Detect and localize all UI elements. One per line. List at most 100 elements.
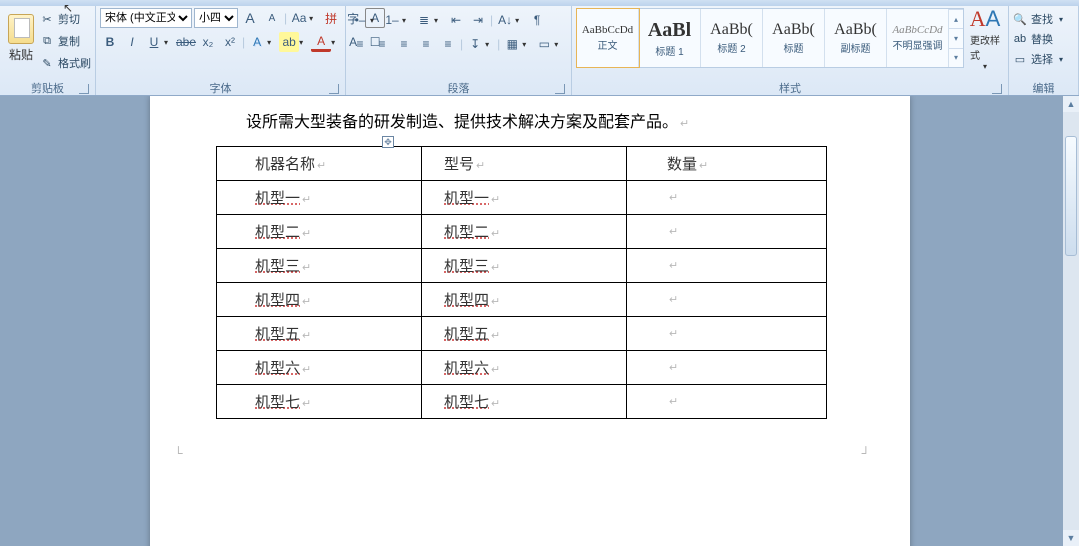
font-color-button[interactable]: A	[311, 32, 331, 52]
underline-button[interactable]: U	[144, 32, 164, 52]
table-row[interactable]: 机型二↵机型二↵↵	[217, 214, 827, 248]
copy-icon: ⧉	[40, 35, 54, 48]
table-cell[interactable]: 机型一↵	[217, 180, 422, 214]
table-cell[interactable]: 机型二↵	[422, 214, 627, 248]
table-cell[interactable]: ↵	[627, 248, 827, 282]
table-cell[interactable]: 数量↵	[627, 146, 827, 180]
phonetic-guide-button[interactable]: 拼	[321, 8, 341, 28]
select-button[interactable]: ▭选择▾	[1013, 50, 1069, 68]
font-size-select[interactable]: 小四	[194, 8, 238, 28]
styles-launcher[interactable]	[992, 84, 1002, 94]
style-name: 标题	[784, 40, 804, 55]
table-cell[interactable]: 机型四↵	[217, 282, 422, 316]
copy-button[interactable]: ⧉复制	[40, 32, 91, 50]
sort-button[interactable]: A↓	[495, 10, 515, 30]
style-sample: AaBbCcDd	[582, 24, 633, 36]
document-table[interactable]: 机器名称↵型号↵数量↵机型一↵机型一↵↵机型二↵机型二↵↵机型三↵机型三↵↵机型…	[216, 146, 827, 419]
show-marks-button[interactable]: ¶	[527, 10, 547, 30]
decrease-indent-button[interactable]: ⇤	[446, 10, 466, 30]
bold-button[interactable]: B	[100, 32, 120, 52]
table-row[interactable]: 机型五↵机型五↵↵	[217, 316, 827, 350]
table-cell[interactable]: ↵	[627, 384, 827, 418]
table-cell[interactable]: 机型七↵	[217, 384, 422, 418]
table-cell[interactable]: ↵	[627, 316, 827, 350]
increase-indent-button[interactable]: ⇥	[468, 10, 488, 30]
table-row[interactable]: 机型七↵机型七↵↵	[217, 384, 827, 418]
subscript-button[interactable]: x₂	[198, 32, 218, 52]
cut-button[interactable]: ✂剪切	[40, 10, 91, 28]
table-row[interactable]: 机器名称↵型号↵数量↵	[217, 146, 827, 180]
style-item-4[interactable]: AaBb(副标题	[825, 9, 887, 67]
table-cell[interactable]: ↵	[627, 282, 827, 316]
find-button[interactable]: 🔍查找▾	[1013, 10, 1069, 28]
italic-button[interactable]: I	[122, 32, 142, 52]
grow-font-button[interactable]: A	[240, 8, 260, 28]
clipboard-launcher[interactable]	[79, 84, 89, 94]
style-item-2[interactable]: AaBb(标题 2	[701, 9, 763, 67]
style-gallery-scroll[interactable]: ▴▾▾	[949, 9, 963, 67]
scroll-thumb[interactable]	[1065, 136, 1077, 256]
table-row[interactable]: 机型六↵机型六↵↵	[217, 350, 827, 384]
justify-button[interactable]: ≡	[416, 34, 436, 54]
highlight-button[interactable]: ab	[279, 32, 299, 52]
table-cell[interactable]: ↵	[627, 214, 827, 248]
borders-button[interactable]: ▭	[534, 34, 554, 54]
table-move-handle[interactable]: ✥	[382, 136, 394, 148]
table-cell[interactable]: 机型三↵	[217, 248, 422, 282]
change-case-button[interactable]: Aa	[289, 8, 309, 28]
paste-icon	[8, 14, 34, 44]
style-item-1[interactable]: AaBl标题 1	[639, 9, 701, 67]
shrink-font-button[interactable]: A	[262, 8, 282, 28]
table-cell[interactable]: 机型六↵	[217, 350, 422, 384]
workspace: 设所需大型装备的研发制造、提供技术解决方案及配套产品。↵ ✥ 机器名称↵型号↵数…	[0, 96, 1079, 546]
table-cell[interactable]: 机型一↵	[422, 180, 627, 214]
strikethrough-button[interactable]: abe	[176, 32, 196, 52]
style-name: 标题 2	[717, 40, 745, 55]
document-paragraph[interactable]: 设所需大型装备的研发制造、提供技术解决方案及配套产品。↵	[246, 110, 850, 136]
font-name-select[interactable]: 宋体 (中文正文)	[100, 8, 192, 28]
replace-button[interactable]: ab替换	[1013, 30, 1053, 48]
scroll-up-button[interactable]: ▲	[1063, 96, 1079, 112]
numbering-button[interactable]: 1–	[382, 10, 402, 30]
style-sample: AaBb(	[710, 21, 753, 39]
align-center-button[interactable]: ≡	[372, 34, 392, 54]
multilevel-button[interactable]: ≣	[414, 10, 434, 30]
scroll-down-button[interactable]: ▼	[1063, 530, 1079, 546]
paste-button[interactable]: 粘贴	[4, 8, 38, 68]
table-row[interactable]: 机型三↵机型三↵↵	[217, 248, 827, 282]
table-row[interactable]: 机型四↵机型四↵↵	[217, 282, 827, 316]
table-cell[interactable]: 机型四↵	[422, 282, 627, 316]
superscript-button[interactable]: x²	[220, 32, 240, 52]
paragraph-launcher[interactable]	[555, 84, 565, 94]
table-cell[interactable]: ↵	[627, 350, 827, 384]
table-row[interactable]: 机型一↵机型一↵↵	[217, 180, 827, 214]
style-gallery[interactable]: AaBbCcDd正文AaBl标题 1AaBb(标题 2AaBb(标题AaBb(副…	[576, 8, 964, 68]
align-right-button[interactable]: ≡	[394, 34, 414, 54]
table-cell[interactable]: 型号↵	[422, 146, 627, 180]
change-styles-button[interactable]: AA 更改样式 ▾	[966, 8, 1004, 68]
style-item-3[interactable]: AaBb(标题	[763, 9, 825, 67]
document-page[interactable]: 设所需大型装备的研发制造、提供技术解决方案及配套产品。↵ ✥ 机器名称↵型号↵数…	[150, 96, 910, 546]
table-cell[interactable]: 机型三↵	[422, 248, 627, 282]
bullets-button[interactable]: •–	[350, 10, 370, 30]
style-item-5[interactable]: AaBbCcDd不明显强调	[887, 9, 949, 67]
format-painter-button[interactable]: ✎格式刷	[40, 54, 91, 72]
table-cell[interactable]: ↵	[627, 180, 827, 214]
shading-button[interactable]: ▦	[502, 34, 522, 54]
style-name: 不明显强调	[893, 37, 943, 52]
distributed-button[interactable]: ≡	[438, 34, 458, 54]
font-launcher[interactable]	[329, 84, 339, 94]
align-left-button[interactable]: ≡	[350, 34, 370, 54]
brush-icon: ✎	[40, 57, 54, 70]
style-item-0[interactable]: AaBbCcDd正文	[577, 9, 639, 67]
table-cell[interactable]: 机型七↵	[422, 384, 627, 418]
text-effects-button[interactable]: A	[247, 32, 267, 52]
table-cell[interactable]: 机型六↵	[422, 350, 627, 384]
style-name: 正文	[598, 37, 618, 52]
table-cell[interactable]: 机型二↵	[217, 214, 422, 248]
table-cell[interactable]: 机器名称↵	[217, 146, 422, 180]
table-cell[interactable]: 机型五↵	[422, 316, 627, 350]
line-spacing-button[interactable]: ↧	[465, 34, 485, 54]
table-cell[interactable]: 机型五↵	[217, 316, 422, 350]
vertical-scrollbar[interactable]: ▲ ▼	[1063, 96, 1079, 546]
